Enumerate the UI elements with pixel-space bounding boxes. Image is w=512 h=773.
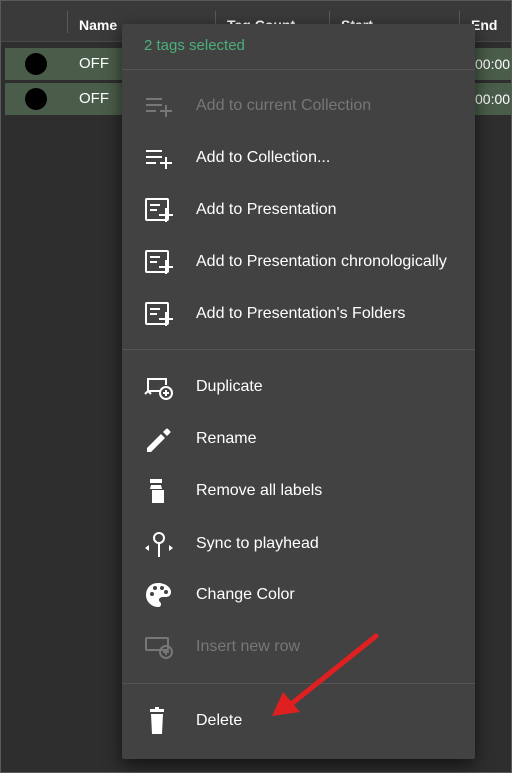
menu-item-label: Add to Collection... — [196, 149, 331, 166]
menu-item-delete[interactable]: Delete — [122, 699, 475, 743]
label-remove-icon — [144, 477, 174, 505]
menu-item-label: Remove all labels — [196, 482, 323, 499]
menu-item-add-to-presentation-folders[interactable]: Add to Presentation's Folders — [122, 292, 475, 336]
row-end-time: 00:00 — [475, 91, 511, 107]
duplicate-icon — [144, 373, 174, 401]
menu-divider — [122, 69, 475, 70]
menu-item-add-to-current-collection: Add to current Collection — [122, 84, 475, 128]
row-name: OFF — [79, 55, 109, 72]
menu-item-insert-new-row: Insert new row — [122, 625, 475, 669]
menu-item-label: Add to Presentation's Folders — [196, 305, 406, 322]
pencil-icon — [144, 425, 174, 453]
selection-count: 2 tags selected — [144, 37, 245, 54]
playlist-add-icon — [144, 92, 174, 120]
presentation-add-icon — [144, 196, 174, 224]
menu-item-label: Delete — [196, 712, 243, 729]
menu-item-label: Insert new row — [196, 638, 301, 655]
playhead-sync-icon — [144, 530, 174, 558]
menu-item-remove-all-labels[interactable]: Remove all labels — [122, 469, 475, 513]
menu-item-label: Add to Presentation chronologically — [196, 253, 447, 270]
menu-item-label: Add to current Collection — [196, 97, 372, 114]
menu-item-label: Rename — [196, 430, 257, 447]
column-separator — [67, 11, 68, 33]
menu-item-duplicate[interactable]: Duplicate — [122, 365, 475, 409]
presentation-add-icon — [144, 300, 174, 328]
playlist-add-icon — [144, 144, 174, 172]
trash-icon — [144, 707, 174, 735]
menu-item-label: Add to Presentation — [196, 201, 337, 218]
menu-divider — [122, 349, 475, 350]
menu-item-label: Duplicate — [196, 378, 263, 395]
color-dot — [25, 53, 47, 75]
row-end-time: 00:00 — [475, 56, 511, 72]
menu-item-sync-to-playhead[interactable]: Sync to playhead — [122, 522, 475, 566]
palette-icon — [144, 581, 174, 609]
menu-item-label: Sync to playhead — [196, 535, 319, 552]
context-menu: 2 tags selected Add to current Collectio… — [122, 24, 475, 759]
menu-divider — [122, 683, 475, 684]
menu-item-label: Change Color — [196, 586, 295, 603]
menu-item-add-to-collection[interactable]: Add to Collection... — [122, 136, 475, 180]
menu-item-add-to-presentation-chronologically[interactable]: Add to Presentation chronologically — [122, 240, 475, 284]
row-name: OFF — [79, 90, 109, 107]
insert-row-icon — [144, 633, 174, 661]
color-dot — [25, 88, 47, 110]
column-header-name[interactable]: Name — [79, 1, 117, 41]
menu-item-change-color[interactable]: Change Color — [122, 573, 475, 617]
menu-item-add-to-presentation[interactable]: Add to Presentation — [122, 188, 475, 232]
menu-item-rename[interactable]: Rename — [122, 417, 475, 461]
presentation-add-icon — [144, 248, 174, 276]
